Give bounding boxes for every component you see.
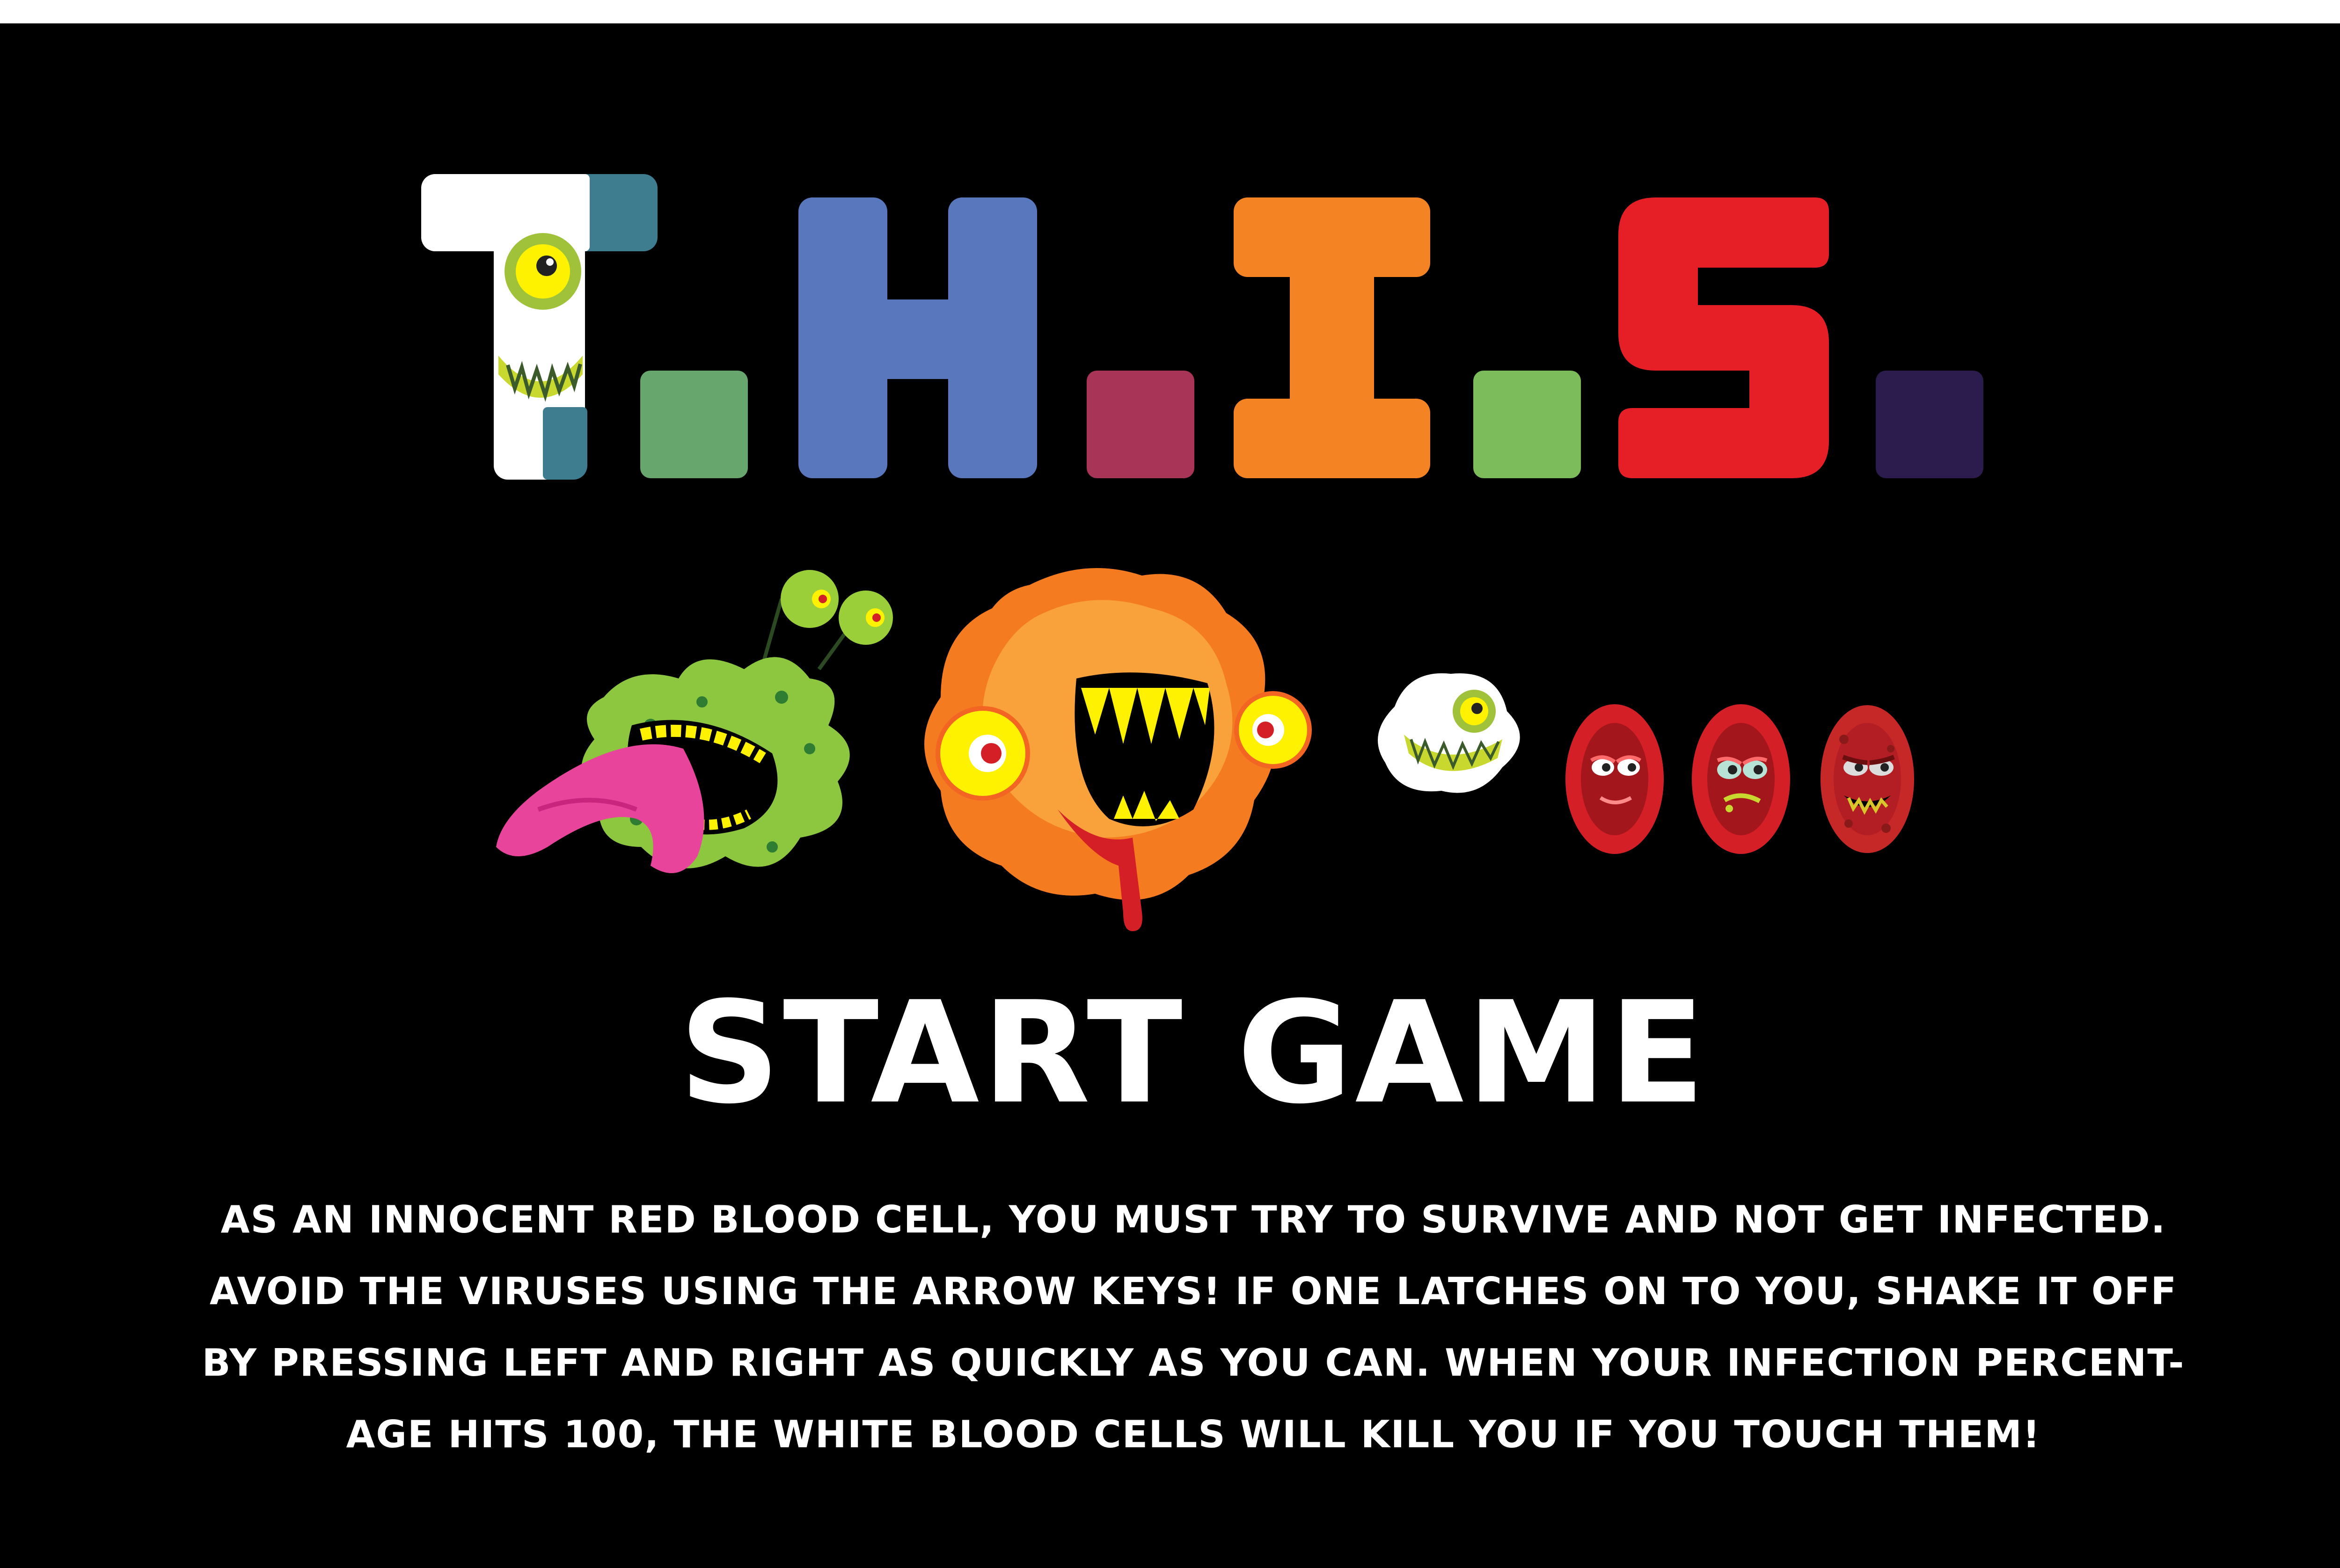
- instructions-line-3: by pressing left and right as quickly as…: [202, 1341, 2185, 1385]
- instructions-line-2: Avoid the viruses using the arrow keys! …: [209, 1269, 2178, 1313]
- instructions-text: As an innocent red blood cell, you must …: [140, 1184, 2246, 1470]
- title-dot-1: [640, 371, 748, 478]
- red-blood-cell-sick-icon: [1689, 702, 1792, 859]
- start-game-button[interactable]: START GAME: [679, 971, 1705, 1135]
- red-blood-cell-icon: [1563, 702, 1666, 859]
- game-screen: START GAME As an innocent red blood cell…: [0, 23, 2340, 1568]
- title-dot-2: [1087, 371, 1194, 478]
- title-dot-4: [1876, 371, 1983, 478]
- green-virus-icon: [482, 529, 913, 905]
- title-dot-3: [1473, 371, 1581, 478]
- white-blood-cell-icon: [1367, 660, 1535, 812]
- start-game-label: START GAME: [679, 971, 1708, 1135]
- instructions-line-4: age hits 100, the white blood cells will…: [346, 1413, 2041, 1456]
- instructions-line-1: As an innocent red blood cell, you must …: [220, 1198, 2166, 1241]
- orange-virus-icon: [889, 547, 1329, 962]
- red-blood-cell-infected-icon: [1816, 702, 1919, 859]
